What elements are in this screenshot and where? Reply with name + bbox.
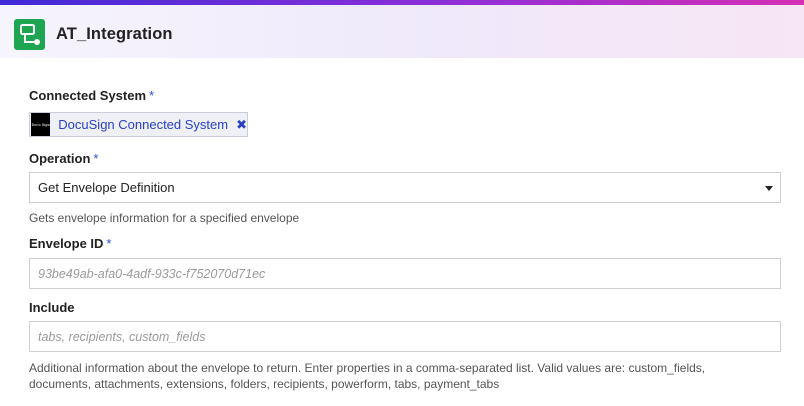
header-bar: AT_Integration <box>0 0 804 58</box>
required-marker: * <box>93 151 99 166</box>
chevron-down-icon[interactable] <box>765 186 773 191</box>
connected-system-label: Connected System * <box>29 88 154 103</box>
page-title: AT_Integration <box>56 25 173 43</box>
envelope-id-label-text: Envelope ID <box>29 236 104 251</box>
required-marker: * <box>149 88 155 103</box>
operation-help-text: Gets envelope information for a specifie… <box>29 211 300 225</box>
close-icon[interactable]: ✖ <box>236 117 247 133</box>
operation-label-text: Operation <box>29 151 91 166</box>
include-help-line-2: documents, attachments, extensions, fold… <box>29 377 500 391</box>
envelope-id-input[interactable] <box>29 258 781 289</box>
required-marker: * <box>106 236 112 251</box>
integration-icon <box>14 19 45 50</box>
include-input[interactable] <box>29 321 781 352</box>
include-help-text: Additional information about the envelop… <box>29 360 705 392</box>
include-label: Include <box>29 300 75 315</box>
connected-system-chip[interactable]: Docu Sign DocuSign Connected System ✖ <box>29 112 248 137</box>
include-help-line-1: Additional information about the envelop… <box>29 361 706 375</box>
operation-label: Operation * <box>29 151 98 166</box>
include-label-text: Include <box>29 300 75 315</box>
connected-system-label-text: Connected System <box>29 88 147 103</box>
operation-selected-value: Get Envelope Definition <box>38 180 175 195</box>
operation-select[interactable]: Get Envelope Definition <box>29 172 781 203</box>
connected-system-chip-label[interactable]: DocuSign Connected System <box>58 117 228 132</box>
docusign-logo: Docu Sign <box>31 113 51 136</box>
envelope-id-label: Envelope ID * <box>29 236 111 251</box>
